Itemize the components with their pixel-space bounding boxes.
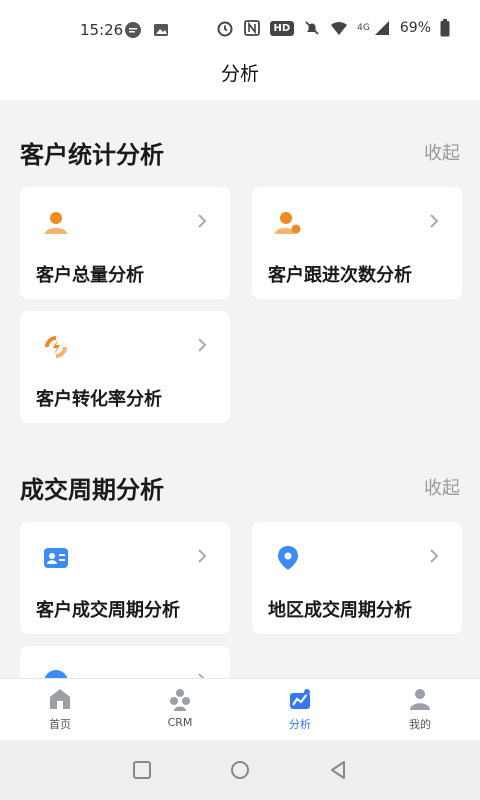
tab-label: 我的	[409, 718, 431, 731]
card-region-deal-cycle-analysis[interactable]: 地区成交周期分析	[252, 522, 462, 634]
person-icon	[45, 212, 67, 234]
home-button-icon[interactable]	[229, 759, 251, 781]
card-label: 客户跟进次数分析	[268, 265, 412, 286]
message-icon	[125, 22, 141, 38]
mute-bell-icon	[305, 21, 319, 35]
tab-profile[interactable]: 我的	[360, 679, 480, 740]
nfc-icon	[243, 20, 260, 36]
image-icon	[154, 24, 168, 36]
collapse-toggle[interactable]: 收起	[424, 474, 460, 500]
tab-label: 分析	[289, 718, 311, 731]
analysis-content[interactable]: 客户统计分析 收起 客户总量分析 客户跟进次数分析 客户转化率分析 成交周期分析…	[0, 100, 480, 678]
back-icon[interactable]	[327, 759, 349, 781]
tab-crm[interactable]: CRM	[120, 679, 240, 740]
contact-card-icon	[44, 548, 68, 568]
recent-apps-icon[interactable]	[131, 759, 153, 781]
alarm-icon	[217, 21, 232, 37]
hd-badge: HD	[269, 20, 295, 36]
section-deal-cycle-header: 成交周期分析 收起	[20, 470, 460, 510]
system-navigation-bar	[0, 740, 480, 800]
card-customer-deal-cycle-analysis[interactable]: 客户成交周期分析	[20, 522, 230, 634]
nav-header: 分析	[0, 58, 480, 100]
profile-icon	[410, 689, 430, 710]
card-customer-conversion-analysis[interactable]: 客户转化率分析	[20, 311, 230, 423]
signal-icon	[374, 21, 389, 35]
home-icon	[50, 689, 70, 709]
card-label: 地区成交周期分析	[268, 600, 412, 621]
page-title: 分析	[220, 63, 259, 85]
crm-icon	[170, 689, 190, 711]
chevron-right-icon	[430, 214, 439, 228]
chevron-right-icon	[198, 214, 207, 228]
card-partial[interactable]	[20, 646, 230, 678]
card-label: 客户成交周期分析	[36, 600, 180, 621]
battery-percent: 69%	[399, 20, 431, 36]
collapse-toggle[interactable]: 收起	[424, 139, 460, 165]
chevron-right-icon	[430, 549, 439, 563]
network-type: 4G	[357, 23, 370, 33]
section-customer-stats-header: 客户统计分析 收起	[20, 135, 460, 175]
card-label: 客户转化率分析	[36, 389, 162, 410]
section-title: 成交周期分析	[20, 476, 164, 504]
location-pin-icon	[278, 546, 298, 570]
conversion-icon	[45, 336, 67, 358]
analysis-icon	[290, 689, 310, 709]
section-title: 客户统计分析	[20, 141, 164, 169]
person-followup-icon	[275, 212, 301, 234]
chevron-right-icon	[198, 549, 207, 563]
partial-card-icon	[44, 670, 68, 678]
bottom-tabbar: 首页 CRM 分析 我的	[0, 678, 480, 740]
wifi-icon	[331, 21, 348, 35]
chevron-right-icon	[198, 338, 207, 352]
card-customer-total-analysis[interactable]: 客户总量分析	[20, 187, 230, 299]
card-customer-followup-analysis[interactable]: 客户跟进次数分析	[252, 187, 462, 299]
tab-home[interactable]: 首页	[0, 679, 120, 740]
status-time: 15:26	[80, 21, 124, 39]
card-label: 客户总量分析	[36, 265, 144, 286]
tab-label: 首页	[49, 718, 71, 731]
tab-analysis[interactable]: 分析	[240, 679, 360, 740]
battery-icon	[440, 19, 450, 37]
status-bar: 15:26 HD 4G 69%	[0, 0, 480, 58]
tab-label: CRM	[167, 716, 193, 729]
